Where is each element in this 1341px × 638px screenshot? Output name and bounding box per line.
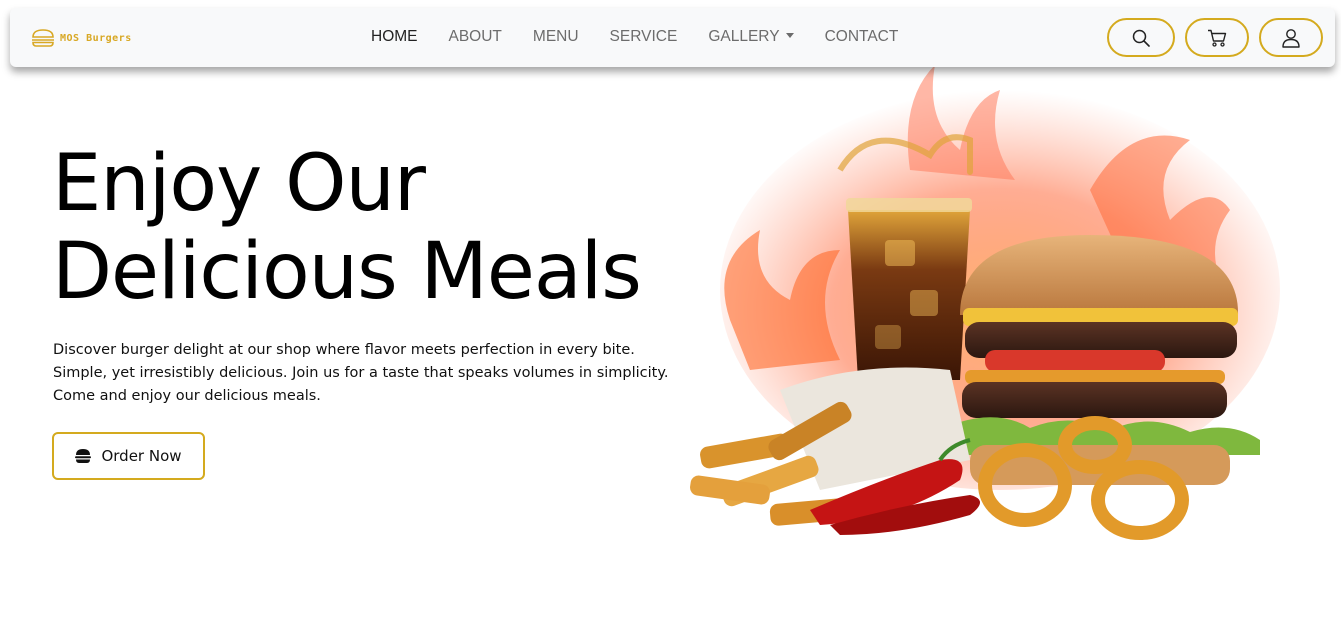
- burger-meal-image: [690, 65, 1280, 540]
- caret-down-icon: [785, 33, 794, 38]
- cart-icon: [1208, 29, 1227, 47]
- hero-description: Discover burger delight at our shop wher…: [53, 339, 713, 408]
- burger-logo-icon: [32, 29, 54, 47]
- order-now-label: Order Now: [101, 447, 182, 465]
- hero-title-line-1: Enjoy Our: [52, 139, 426, 229]
- nav-menu: HOME ABOUT MENU SERVICE GALLERY CONTACT: [371, 28, 929, 46]
- navbar: MOS Burgers HOME ABOUT MENU SERVICE GALL…: [10, 8, 1335, 67]
- nav-item-service[interactable]: SERVICE: [610, 28, 678, 46]
- nav-item-menu[interactable]: MENU: [533, 28, 579, 46]
- nav-item-gallery[interactable]: GALLERY: [708, 28, 794, 46]
- brand-logo[interactable]: MOS Burgers: [30, 29, 132, 47]
- hero-description-line-2: Simple, yet irresistibly delicious. Join…: [53, 365, 669, 381]
- nav-item-gallery-label: GALLERY: [708, 28, 780, 45]
- nav-item-home[interactable]: HOME: [371, 28, 418, 46]
- nav-item-about[interactable]: ABOUT: [449, 28, 502, 46]
- burger-icon: [75, 449, 92, 463]
- brand-name: MOS Burgers: [60, 32, 132, 44]
- order-now-button[interactable]: Order Now: [52, 432, 205, 480]
- cart-button[interactable]: [1185, 18, 1249, 57]
- user-icon: [1282, 28, 1300, 48]
- search-button[interactable]: [1107, 18, 1175, 57]
- account-button[interactable]: [1259, 18, 1323, 57]
- hero-title-line-2: Delicious Meals: [52, 227, 642, 317]
- search-icon: [1132, 29, 1150, 47]
- hero-description-line-1: Discover burger delight at our shop wher…: [53, 342, 635, 358]
- nav-item-contact[interactable]: CONTACT: [825, 28, 899, 46]
- hero-description-line-3: Come and enjoy our delicious meals.: [53, 388, 321, 404]
- hero-title: Enjoy Our Delicious Meals: [52, 139, 642, 317]
